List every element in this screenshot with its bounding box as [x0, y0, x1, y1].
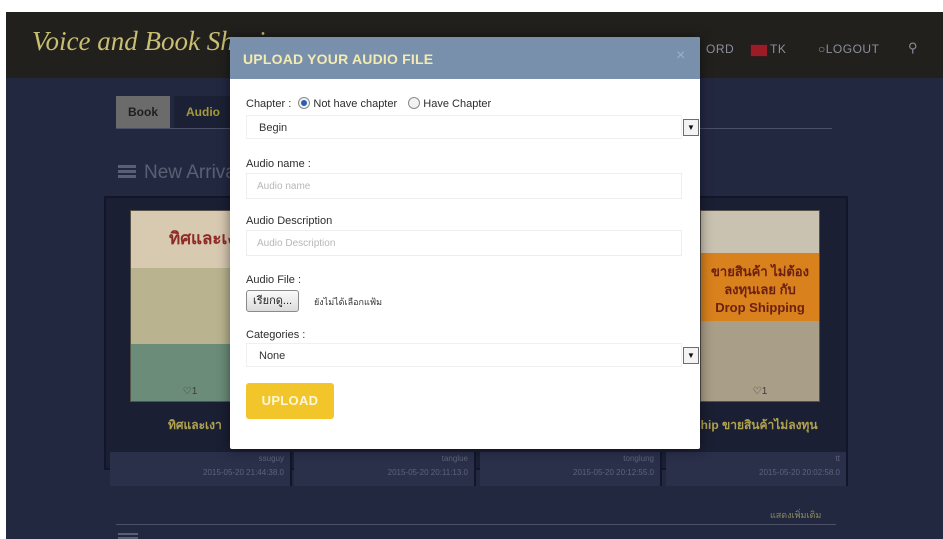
radio-no-chapter-label[interactable]: Not have chapter: [313, 98, 397, 110]
book-uploader: ssuguy: [258, 454, 284, 463]
chapter-select[interactable]: Begin ▼: [246, 115, 699, 139]
close-icon[interactable]: ×: [676, 47, 685, 65]
modal-title: UPLOAD YOUR AUDIO FILE: [243, 51, 434, 67]
audio-description-input[interactable]: [246, 230, 682, 256]
upload-button[interactable]: UPLOAD: [246, 383, 334, 419]
search-icon[interactable]: ⚲: [908, 40, 918, 56]
audio-description-label: Audio Description: [246, 215, 333, 227]
radio-no-chapter[interactable]: [298, 97, 311, 109]
book-uploader: tonglung: [623, 454, 654, 463]
chapter-label: Chapter :: [246, 98, 292, 110]
chapter-row: Chapter : Not have chapter Have Chapter: [246, 97, 491, 110]
book-date: 2015-05-20 20:02:58.0: [759, 468, 840, 477]
book-meta: tanglue 2015-05-20 20:11:13.0: [294, 452, 476, 486]
radio-have-chapter-label[interactable]: Have Chapter: [423, 98, 491, 110]
chapter-select-value: Begin: [259, 122, 288, 134]
book-cover[interactable]: ขายสินค้า ไม่ต้องลงทุนเลย กับ Drop Shipp…: [700, 210, 820, 402]
tab-book[interactable]: Book: [116, 96, 170, 128]
book-date: 2015-05-20 21:44:38.0: [203, 468, 284, 477]
chevron-down-icon[interactable]: ▼: [683, 347, 699, 364]
list-icon: [118, 165, 136, 179]
user-flag-icon: [750, 44, 768, 57]
book-title[interactable]: ship ขายสินค้าไม่ลงทุน: [694, 416, 818, 435]
user-menu[interactable]: TK: [770, 42, 786, 56]
upload-audio-modal: UPLOAD YOUR AUDIO FILE × Chapter : Not h…: [230, 37, 700, 449]
book-cover-title: ขายสินค้า ไม่ต้องลงทุนเลย กับ Drop Shipp…: [711, 264, 809, 315]
password-link[interactable]: ORD: [706, 42, 734, 56]
logout-link[interactable]: ○LOGOUT: [818, 42, 879, 56]
browse-file-button[interactable]: เรียกดู...: [246, 290, 300, 312]
categories-select-value: None: [259, 350, 286, 362]
logout-label: LOGOUT: [825, 42, 880, 56]
show-more-link[interactable]: แสดงเพิ่มเติม: [770, 508, 821, 522]
tab-audio[interactable]: Audio: [174, 96, 232, 128]
book-date: 2015-05-20 20:11:13.0: [387, 468, 468, 477]
book-date: 2015-05-20 20:12:55.0: [573, 468, 654, 477]
section-divider: [116, 524, 836, 525]
chevron-down-icon[interactable]: ▼: [683, 119, 699, 136]
book-meta: ssuguy 2015-05-20 21:44:38.0: [110, 452, 292, 486]
book-uploader: tanglue: [441, 454, 468, 463]
audio-name-label: Audio name :: [246, 158, 311, 170]
book-meta: tt 2015-05-20 20:02:58.0: [666, 452, 848, 486]
categories-select[interactable]: None ▼: [246, 343, 699, 367]
list-icon: [118, 533, 138, 539]
book-uploader: tt: [835, 454, 840, 463]
categories-label: Categories :: [246, 329, 306, 341]
modal-header: UPLOAD YOUR AUDIO FILE ×: [230, 37, 700, 79]
file-status-text: ยังไม่ได้เลือกแฟ้ม: [314, 297, 383, 307]
logout-icon: ○: [818, 42, 826, 56]
book-meta-row: ssuguy 2015-05-20 21:44:38.0 tanglue 201…: [104, 452, 848, 486]
book-title[interactable]: ทิศและเงา: [168, 416, 222, 435]
like-count[interactable]: ♡1: [701, 386, 819, 397]
radio-have-chapter[interactable]: [408, 97, 421, 109]
book-meta: tonglung 2015-05-20 20:12:55.0: [480, 452, 662, 486]
audio-name-input[interactable]: [246, 173, 682, 199]
audio-file-label: Audio File :: [246, 274, 302, 286]
